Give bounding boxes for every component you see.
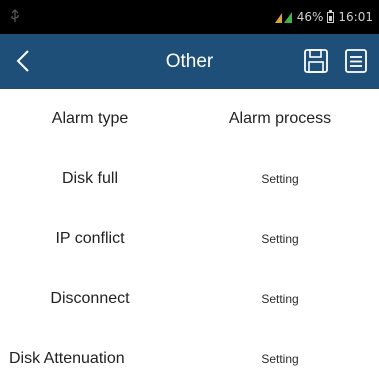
alarm-type-cell: Disconnect: [50, 290, 130, 307]
usb-icon: [11, 9, 19, 22]
header-alarm-type: Alarm type: [51, 110, 129, 127]
alarm-type-cell: Disk full: [61, 170, 118, 187]
status-time: 16:01: [338, 10, 373, 24]
page-title: Other: [165, 50, 214, 72]
status-indicators: 46% 16:01: [274, 9, 373, 24]
battery-percent: 46%: [296, 10, 324, 24]
setting-link[interactable]: Setting: [190, 329, 370, 389]
alarm-type-cell: Disk Attenuation: [9, 350, 125, 367]
navigation-bar: Other: [0, 34, 379, 89]
table-row: Disk Attenuation Setting: [0, 329, 379, 389]
table-row: Disconnect Setting: [0, 269, 379, 329]
status-bar: 46% 16:01: [0, 0, 379, 34]
signal-icon: [274, 12, 292, 23]
save-button[interactable]: [302, 47, 330, 75]
table-row: IP conflict Setting: [0, 209, 379, 269]
battery-icon: [327, 9, 335, 23]
back-button[interactable]: [10, 46, 36, 76]
table-row: Disk full Setting: [0, 149, 379, 209]
setting-link[interactable]: Setting: [190, 269, 370, 329]
list-icon: [345, 49, 367, 73]
alarm-table: Alarm type Alarm process Disk full Setti…: [0, 89, 379, 389]
chevron-left-icon: [16, 50, 29, 72]
setting-link[interactable]: Setting: [190, 209, 370, 269]
alarm-type-cell: IP conflict: [55, 230, 125, 247]
table-header: Alarm type Alarm process: [0, 89, 379, 149]
header-alarm-process: Alarm process: [228, 110, 332, 127]
save-icon: [304, 49, 328, 73]
menu-button[interactable]: [343, 47, 369, 75]
setting-link[interactable]: Setting: [190, 149, 370, 209]
